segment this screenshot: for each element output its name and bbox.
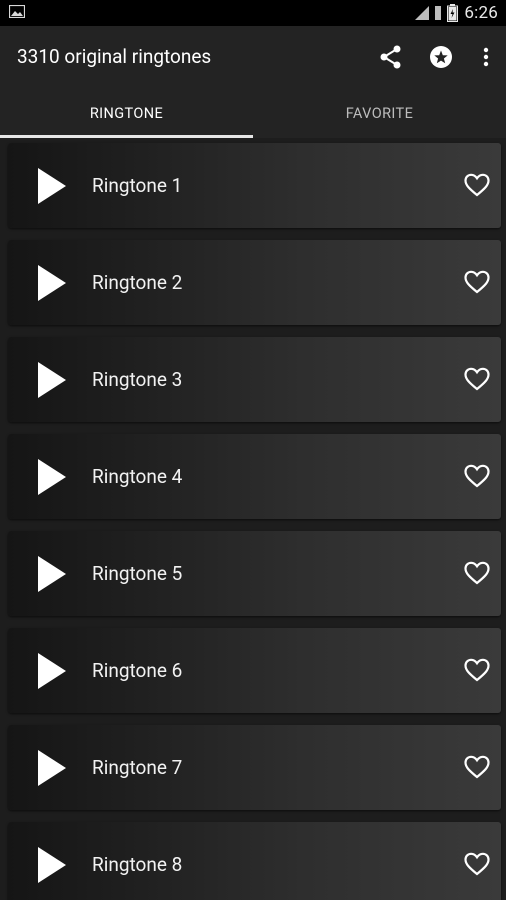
ringtone-label: Ringtone 7	[92, 756, 183, 779]
ringtone-label: Ringtone 6	[92, 659, 183, 682]
ringtone-label: Ringtone 1	[92, 174, 183, 197]
battery-icon	[447, 4, 459, 22]
play-icon[interactable]	[30, 262, 70, 304]
heart-outline-icon[interactable]	[463, 754, 491, 780]
ringtone-label: Ringtone 5	[92, 562, 183, 585]
ringtone-card[interactable]: Ringtone 2	[8, 240, 501, 325]
signal-icon	[435, 6, 442, 20]
app-actions	[366, 26, 506, 88]
heart-outline-icon[interactable]	[463, 657, 491, 683]
play-icon[interactable]	[30, 747, 70, 789]
heart-outline-icon[interactable]	[463, 172, 491, 198]
status-icons: 6:26	[415, 2, 498, 24]
clock: 6:26	[464, 3, 498, 23]
heart-outline-icon[interactable]	[463, 463, 491, 489]
play-icon[interactable]	[30, 456, 70, 498]
ringtone-list[interactable]: Ringtone 1 Ringtone 2 Ringtone 3 Rington…	[0, 138, 506, 900]
ringtone-label: Ringtone 4	[92, 465, 183, 488]
play-icon[interactable]	[30, 553, 70, 595]
ringtone-card[interactable]: Ringtone 7	[8, 725, 501, 810]
ringtone-card[interactable]: Ringtone 5	[8, 531, 501, 616]
wifi-icon	[415, 6, 430, 20]
tab-ringtone[interactable]: RINGTONE	[0, 88, 253, 138]
tab-bar: RINGTONE FAVORITE	[0, 88, 506, 138]
tab-favorite[interactable]: FAVORITE	[253, 88, 506, 138]
share-button[interactable]	[366, 26, 416, 88]
star-icon	[430, 46, 452, 68]
ringtone-card[interactable]: Ringtone 8	[8, 822, 501, 900]
image-notification-icon	[9, 5, 25, 18]
rate-button[interactable]	[416, 26, 466, 88]
ringtone-label: Ringtone 8	[92, 853, 183, 876]
app-title: 3310 original ringtones	[17, 45, 212, 68]
ringtone-card[interactable]: Ringtone 4	[8, 434, 501, 519]
ringtone-card[interactable]: Ringtone 1	[8, 143, 501, 228]
play-icon[interactable]	[30, 650, 70, 692]
status-bar: 6:26	[0, 0, 506, 26]
more-vert-icon	[483, 47, 489, 67]
app-bar: 3310 original ringtones	[0, 26, 506, 88]
ringtone-card[interactable]: Ringtone 3	[8, 337, 501, 422]
more-options-button[interactable]	[466, 26, 506, 88]
play-icon[interactable]	[30, 844, 70, 886]
play-icon[interactable]	[30, 359, 70, 401]
heart-outline-icon[interactable]	[463, 851, 491, 877]
ringtone-label: Ringtone 2	[92, 271, 183, 294]
heart-outline-icon[interactable]	[463, 366, 491, 392]
share-icon	[380, 45, 401, 69]
play-icon[interactable]	[30, 165, 70, 207]
ringtone-label: Ringtone 3	[92, 368, 183, 391]
heart-outline-icon[interactable]	[463, 269, 491, 295]
heart-outline-icon[interactable]	[463, 560, 491, 586]
ringtone-card[interactable]: Ringtone 6	[8, 628, 501, 713]
